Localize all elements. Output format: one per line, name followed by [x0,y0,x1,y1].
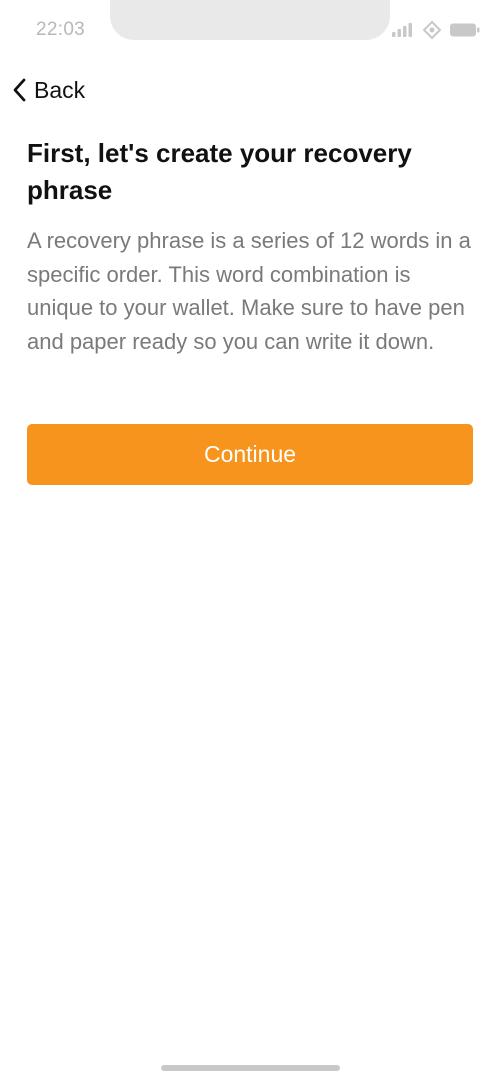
status-icons [392,20,480,40]
chevron-left-icon [12,77,28,103]
status-time: 22:03 [36,19,86,40]
wifi-icon [422,20,442,40]
home-indicator [161,1065,340,1071]
status-bar: 22:03 [0,0,500,60]
page-description: A recovery phrase is a series of 12 word… [27,228,471,354]
battery-icon [450,23,480,37]
signal-icon [392,23,414,37]
continue-button[interactable]: Continue [27,424,473,485]
device-notch [110,0,390,40]
page-title: First, let's create your recovery phrase [27,138,412,205]
back-button[interactable]: Back [12,74,85,106]
back-label: Back [34,76,86,103]
